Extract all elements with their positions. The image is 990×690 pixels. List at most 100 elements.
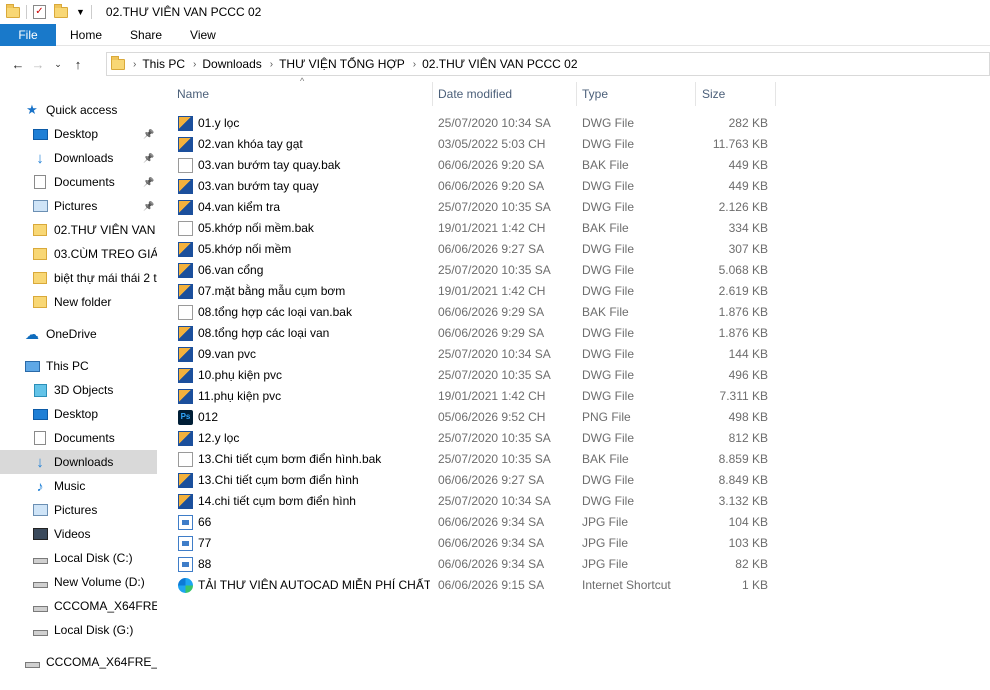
table-row[interactable]: Ps 012 05/06/2026 9:52 CH PNG File 498 KB <box>158 407 768 428</box>
chevron-down-icon[interactable]: ▼ <box>76 7 85 17</box>
sidebar-item-03-c-m-treo-gi[interactable]: 03.CÙM TREO GIÁ Đ <box>0 242 157 266</box>
sidebar-item-pictures[interactable]: Pictures 📌 <box>0 194 157 218</box>
breadcrumb-item[interactable]: 02.THƯ VIÊN VAN PCCC 02 <box>422 57 577 71</box>
file-name: 88 <box>198 557 212 571</box>
pin-icon[interactable]: 📌 <box>143 177 154 188</box>
file-date: 19/01/2021 1:42 CH <box>438 389 546 403</box>
table-row[interactable]: 06.van cổng 25/07/2020 10:35 SA DWG File 5.… <box>158 260 768 281</box>
column-divider[interactable] <box>775 82 776 106</box>
chevron-right-icon[interactable]: › <box>193 59 196 70</box>
table-row[interactable]: 09.van pvc 25/07/2020 10:34 SA DWG File 144… <box>158 344 768 365</box>
sidebar-item-this-pc[interactable]: This PC <box>0 354 157 378</box>
column-divider[interactable] <box>432 82 433 106</box>
sidebar-item-02-th-vi-n-van-p[interactable]: 02.THƯ VIÊN VAN P <box>0 218 157 242</box>
sidebar-item-desktop[interactable]: Desktop <box>0 402 157 426</box>
table-row[interactable]: 07.mặt bằng mẫu cụm bơm 19/01/2021 1:42 C… <box>158 281 768 302</box>
table-row[interactable]: 02.van khóa tay gạt 03/05/2022 5:03 CH DWG… <box>158 134 768 155</box>
file-date: 25/07/2020 10:34 SA <box>438 494 551 508</box>
sidebar-item-music[interactable]: ♪ Music <box>0 474 157 498</box>
sidebar-item-new-folder[interactable]: New folder <box>0 290 157 314</box>
tab-share[interactable]: Share <box>116 24 176 45</box>
file-size: 307 KB <box>728 242 768 256</box>
table-row[interactable]: 05.khớp nối mềm 06/06/2026 9:27 SA DWG Fil… <box>158 239 768 260</box>
chevron-right-icon[interactable]: › <box>133 59 136 70</box>
properties-icon[interactable]: ✓ <box>33 5 46 19</box>
dwg-file-icon <box>178 200 193 215</box>
table-row[interactable]: 77 06/06/2026 9:34 SA JPG File 103 KB <box>158 533 768 554</box>
table-row[interactable]: 05.khớp nối mềm.bak 19/01/2021 1:42 CH BAK… <box>158 218 768 239</box>
address-bar[interactable]: › This PC › Downloads › THƯ VIỆN TỔNG HỢ… <box>106 52 990 76</box>
table-row[interactable]: 88 06/06/2026 9:34 SA JPG File 82 KB <box>158 554 768 575</box>
table-row[interactable]: TẢI THƯ VIÊN AUTOCAD MIỄN PHÍ CHẤT... 06/… <box>158 575 768 596</box>
file-name: 14.chi tiết cụm bơm điển hình <box>198 494 356 508</box>
table-row[interactable]: 13.Chi tiết cụm bơm điển hình.bak 25/07/2… <box>158 449 768 470</box>
back-arrow-icon[interactable]: ← <box>8 57 28 72</box>
column-header-type[interactable]: Type <box>582 82 692 106</box>
pin-icon[interactable]: 📌 <box>143 201 154 212</box>
forward-arrow-icon[interactable]: → <box>28 57 48 72</box>
file-name: 09.van pvc <box>198 347 257 361</box>
file-date: 05/06/2026 9:52 CH <box>438 410 546 424</box>
file-size: 8.859 KB <box>718 452 768 466</box>
table-row[interactable]: 08.tổng hợp các loại van 06/06/2026 9:29 … <box>158 323 768 344</box>
file-name: 01.y lọc <box>198 116 240 130</box>
divider <box>26 5 27 19</box>
sidebar-item-documents[interactable]: Documents <box>0 426 157 450</box>
sidebar-item-cccoma-x64fre-en[interactable]: CCCOMA_X64FRE_EN <box>0 650 157 674</box>
table-row[interactable]: 01.y lọc 25/07/2020 10:34 SA DWG File 282 K… <box>158 113 768 134</box>
pin-icon[interactable]: 📌 <box>143 129 154 140</box>
table-row[interactable]: 11.phụ kiện pvc 19/01/2021 1:42 CH DWG Fil… <box>158 386 768 407</box>
chevron-right-icon[interactable]: › <box>413 59 416 70</box>
column-divider[interactable] <box>695 82 696 106</box>
recent-chevron-icon[interactable]: ⌄ <box>48 59 68 70</box>
address-bar-row: ← → ⌄ ↑ › This PC › Downloads › THƯ VIỆN… <box>0 50 990 78</box>
dwg-file-icon <box>178 137 193 152</box>
table-row[interactable]: 03.van bướm tay quay.bak 06/06/2026 9:20 … <box>158 155 768 176</box>
breadcrumb-item[interactable]: This PC <box>142 57 185 71</box>
sidebar-item-label: Local Disk (C:) <box>54 551 133 565</box>
sidebar-item-cccoma-x64fre-e[interactable]: CCCOMA_X64FRE_E <box>0 594 157 618</box>
table-row[interactable]: 10.phụ kiện pvc 25/07/2020 10:35 SA DWG Fi… <box>158 365 768 386</box>
table-row[interactable]: 04.van kiểm tra 25/07/2020 10:35 SA DWG Fi… <box>158 197 768 218</box>
sidebar-item-3d-objects[interactable]: 3D Objects <box>0 378 157 402</box>
sidebar-item-onedrive[interactable]: ☁ OneDrive <box>0 322 157 346</box>
up-arrow-icon[interactable]: ↑ <box>68 57 88 72</box>
chevron-right-icon[interactable]: › <box>270 59 273 70</box>
table-row[interactable]: 14.chi tiết cụm bơm điển hình 25/07/2020 … <box>158 491 768 512</box>
breadcrumb-item[interactable]: THƯ VIỆN TỔNG HỢP <box>279 57 405 71</box>
table-row[interactable]: 66 06/06/2026 9:34 SA JPG File 104 KB <box>158 512 768 533</box>
sidebar-item-bi-t-th-m-i-th-i-2-t[interactable]: biệt thự mái thái 2 t <box>0 266 157 290</box>
sidebar-item-downloads[interactable]: ↓ Downloads <box>0 450 157 474</box>
table-row[interactable]: 12.y lọc 25/07/2020 10:35 SA DWG File 812 K… <box>158 428 768 449</box>
dwg-file-icon <box>178 284 193 299</box>
column-header-name[interactable]: Name <box>177 82 433 106</box>
file-date: 06/06/2026 9:20 SA <box>438 179 545 193</box>
pin-icon[interactable]: 📌 <box>143 153 154 164</box>
dwg-file-icon <box>178 473 193 488</box>
file-type: DWG File <box>582 473 634 487</box>
table-row[interactable]: 03.van bướm tay quay 06/06/2026 9:20 SA DW… <box>158 176 768 197</box>
sidebar-item-documents[interactable]: Documents 📌 <box>0 170 157 194</box>
tab-file[interactable]: File <box>0 24 56 46</box>
sidebar-item-new-volume-d[interactable]: New Volume (D:) <box>0 570 157 594</box>
table-row[interactable]: 13.Chi tiết cụm bơm điển hình 06/06/2026 … <box>158 470 768 491</box>
table-row[interactable]: 08.tổng hợp các loại van.bak 06/06/2026 9… <box>158 302 768 323</box>
sidebar-item-pictures[interactable]: Pictures <box>0 498 157 522</box>
sidebar-item-label: 03.CÙM TREO GIÁ Đ <box>54 247 157 261</box>
sidebar-item-local-disk-c[interactable]: Local Disk (C:) <box>0 546 157 570</box>
column-header-size[interactable]: Size <box>702 82 774 106</box>
sidebar-item-local-disk-g[interactable]: Local Disk (G:) <box>0 618 157 642</box>
sidebar-item-desktop[interactable]: Desktop 📌 <box>0 122 157 146</box>
tab-home[interactable]: Home <box>56 24 116 45</box>
video-icon <box>32 527 48 541</box>
column-divider[interactable] <box>576 82 577 106</box>
new-folder-icon[interactable] <box>54 3 68 18</box>
breadcrumb-item[interactable]: Downloads <box>202 57 261 71</box>
file-date: 06/06/2026 9:34 SA <box>438 536 545 550</box>
sidebar-item-downloads[interactable]: ↓ Downloads 📌 <box>0 146 157 170</box>
tab-view[interactable]: View <box>176 24 230 45</box>
column-header-date[interactable]: Date modified <box>438 82 578 106</box>
sidebar-item-quick-access[interactable]: ★ Quick access <box>0 98 157 122</box>
sidebar-item-videos[interactable]: Videos <box>0 522 157 546</box>
dwg-file-icon <box>178 431 193 446</box>
